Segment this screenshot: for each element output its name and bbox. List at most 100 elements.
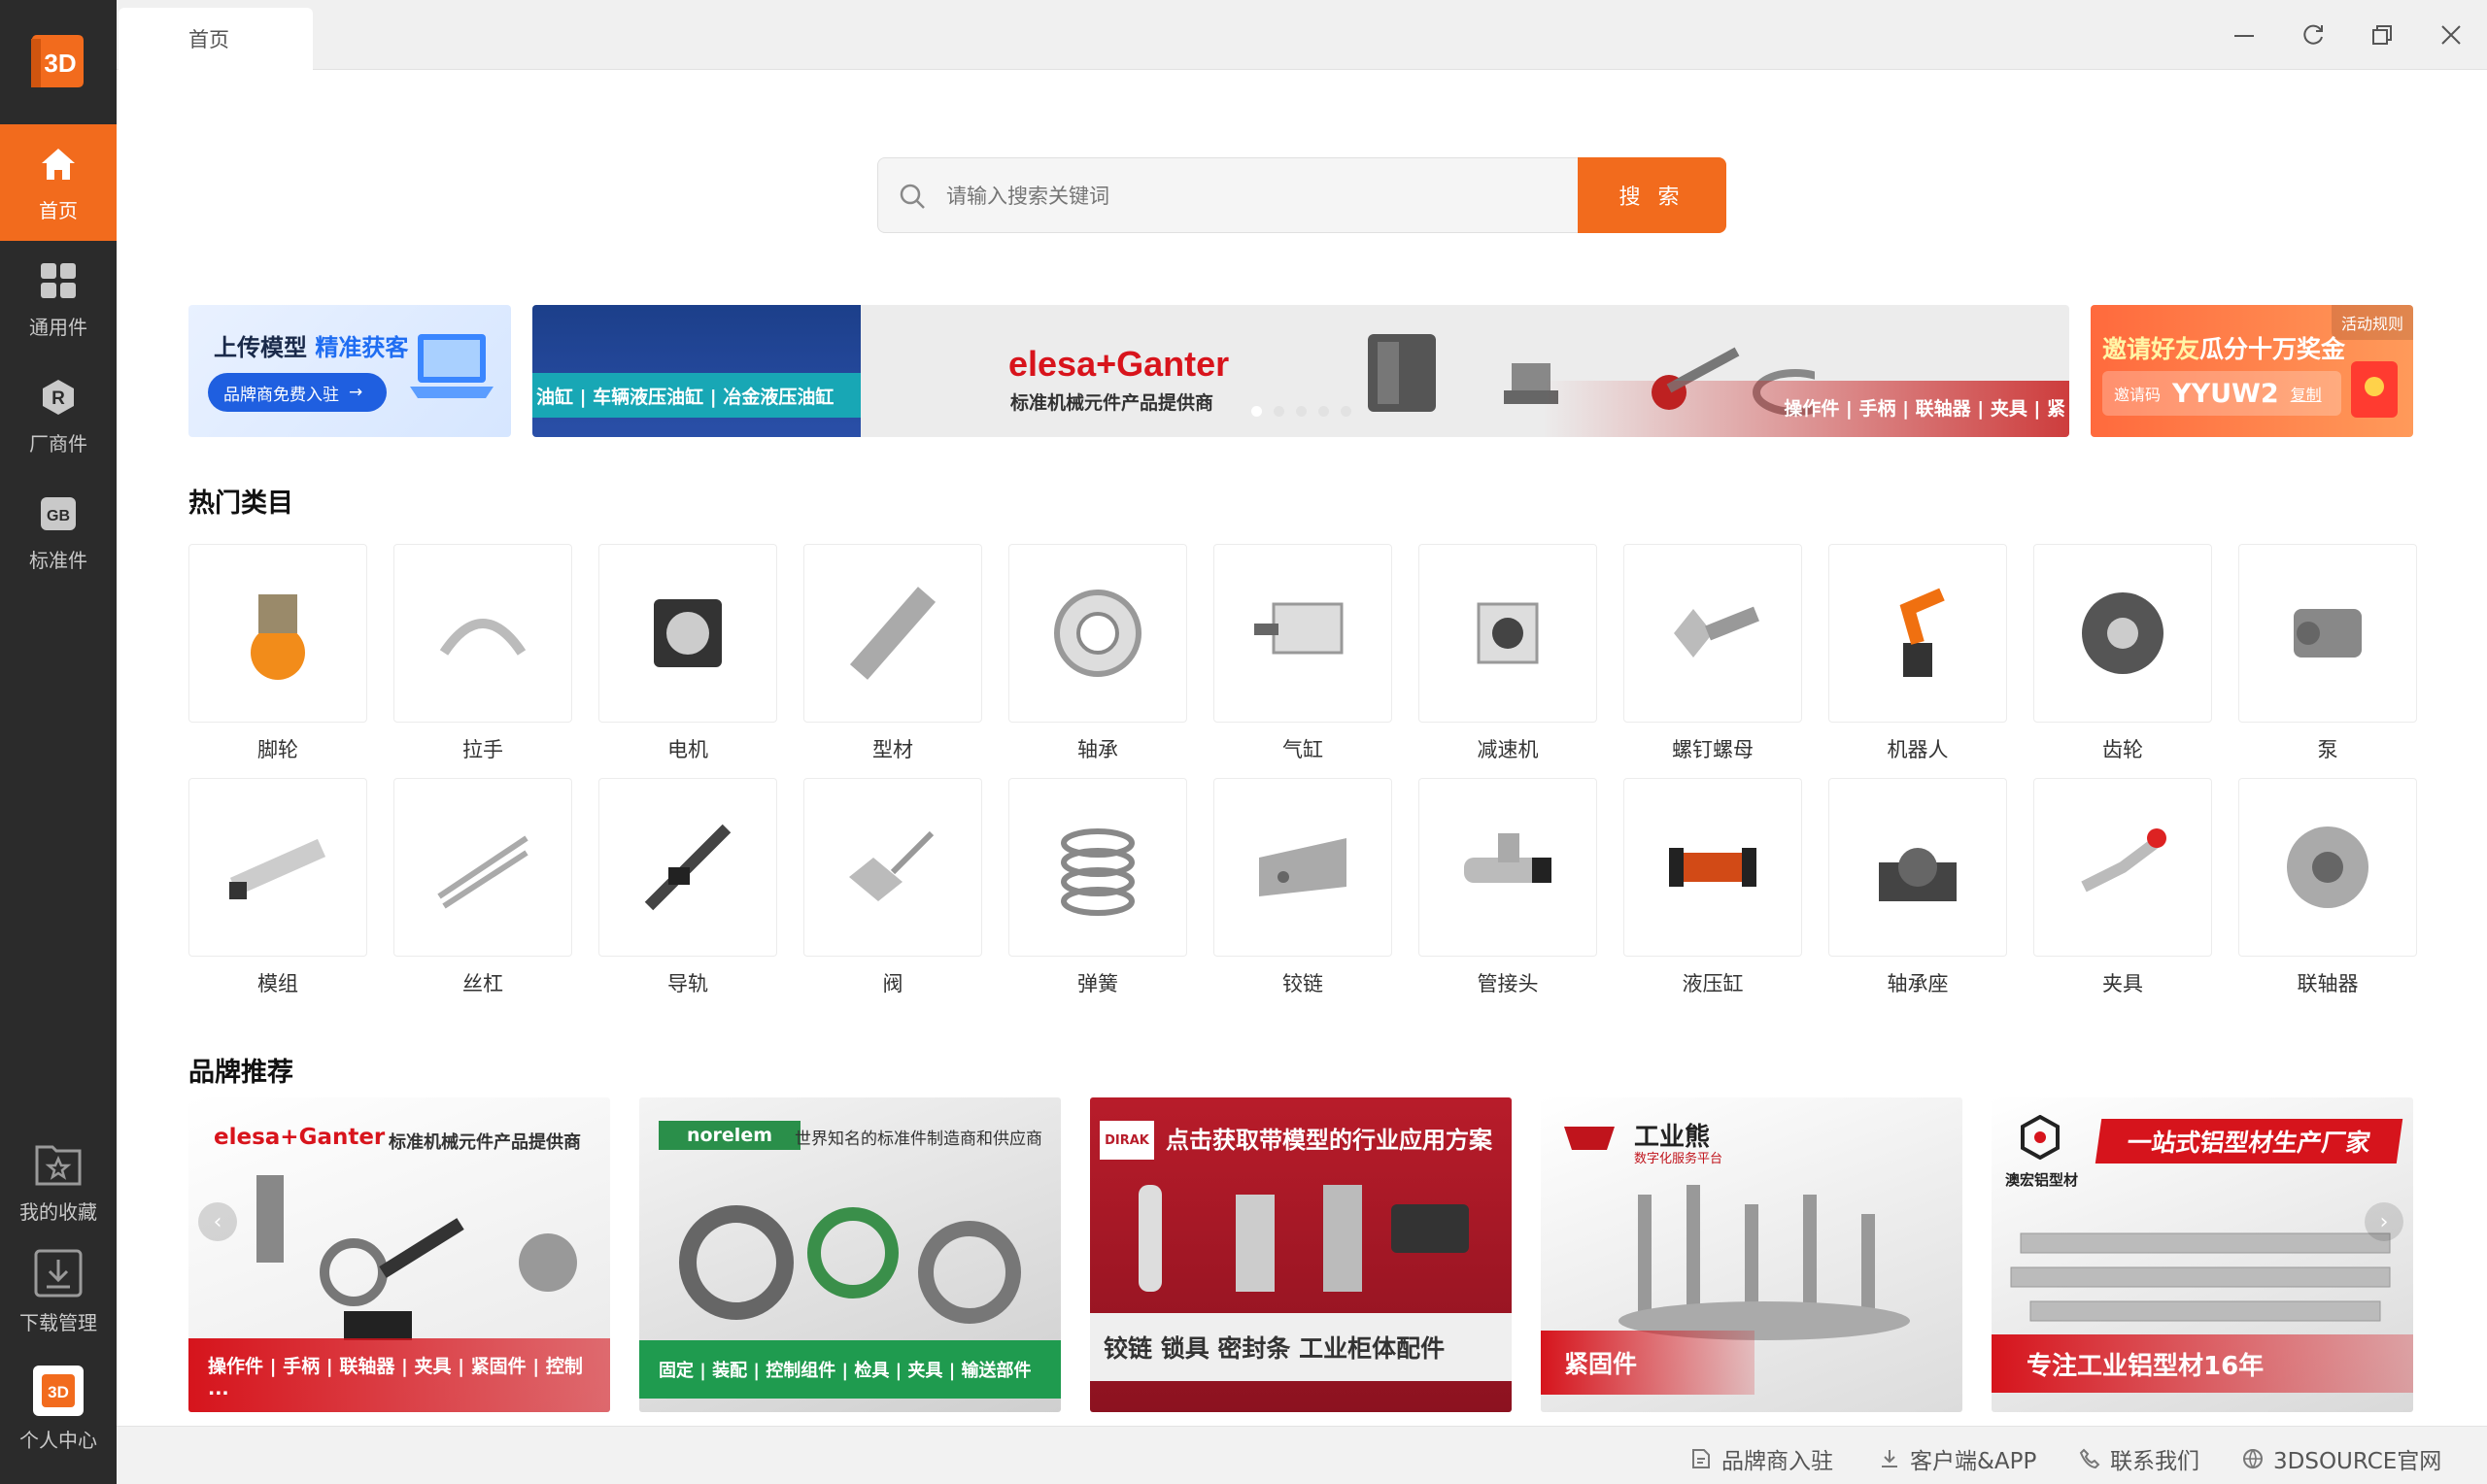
category-label: 电机 xyxy=(667,738,708,761)
category-thumbnail xyxy=(1623,544,1802,723)
minimize-icon xyxy=(2234,35,2254,37)
category-thumbnail xyxy=(2033,778,2212,957)
brand-card-elesa[interactable]: elesa+Ganter 标准机械元件产品提供商 ‹ 操作件 | 手柄 | 联轴… xyxy=(188,1097,610,1412)
brand-card-gongyexiong[interactable]: 工业熊 数字化服务平台 紧固件 xyxy=(1541,1097,1962,1412)
category-thumbnail xyxy=(393,544,572,723)
category-item[interactable]: 减速机 xyxy=(1418,544,1597,763)
refresh-button[interactable] xyxy=(2296,17,2331,52)
category-item[interactable]: 液压缸 xyxy=(1623,778,1802,997)
category-item[interactable]: 型材 xyxy=(803,544,982,763)
category-item[interactable]: 泵 xyxy=(2238,544,2417,763)
category-item[interactable]: 模组 xyxy=(188,778,367,997)
upload-model-banner[interactable]: 上传模型 精准获客 品牌商免费入驻 → xyxy=(188,305,511,437)
brand-card-aohong[interactable]: 澳宏铝型材 一站式铝型材生产厂家 专注工业铝型材16年 › xyxy=(1992,1097,2413,1412)
cylinder-icon xyxy=(1254,602,1344,655)
category-item[interactable]: 丝杠 xyxy=(393,778,572,997)
category-item[interactable]: 夹具 xyxy=(2033,778,2212,997)
valve-icon xyxy=(849,830,935,901)
profile-icon xyxy=(849,587,937,680)
carousel-next-button[interactable]: › xyxy=(2365,1202,2403,1241)
brand-logo: norelem xyxy=(659,1121,801,1150)
search-icon xyxy=(900,184,925,209)
vendor-join-button[interactable]: 品牌商免费入驻 → xyxy=(208,373,387,412)
carousel-dot-active[interactable] xyxy=(1251,406,1262,417)
footer-link-label: 品牌商入驻 xyxy=(1721,1449,1833,1474)
category-thumbnail xyxy=(1418,778,1597,957)
brand-card-norelem[interactable]: norelem 世界知名的标准件制造商和供应商 固定 | 装配 | 控制组件 |… xyxy=(639,1097,1061,1412)
carousel-dot[interactable] xyxy=(1318,406,1329,417)
brand-tagline: 标准机械元件产品提供商 xyxy=(389,1132,581,1153)
category-item[interactable]: 机器人 xyxy=(1828,544,2007,763)
category-item[interactable]: 电机 xyxy=(598,544,777,763)
category-item[interactable]: 齿轮 xyxy=(2033,544,2212,763)
category-thumbnail xyxy=(803,544,982,723)
sidebar-item-manufacturer[interactable]: R 厂商件 xyxy=(0,357,117,474)
copy-code-button[interactable]: 复制 xyxy=(2291,382,2322,405)
footer-link-vendor-join[interactable]: 品牌商入驻 xyxy=(1690,1442,1833,1475)
category-label: 弹簧 xyxy=(1077,972,1118,995)
category-thumbnail xyxy=(598,544,777,723)
sidebar-item-favorites[interactable]: 我的收藏 xyxy=(0,1127,117,1233)
brand-caption: 操作件 | 手柄 | 联轴器 | 夹具 | 紧固件 | 控制 ... xyxy=(188,1338,610,1412)
category-item[interactable]: 拉手 xyxy=(393,544,572,763)
category-item[interactable]: 联轴器 xyxy=(2238,778,2417,997)
sidebar-item-label: 下载管理 xyxy=(19,1310,97,1334)
document-icon xyxy=(1692,1449,1710,1468)
category-label: 拉手 xyxy=(462,738,503,761)
footer-link-contact[interactable]: 联系我们 xyxy=(2079,1442,2199,1475)
restore-button[interactable] xyxy=(2365,17,2400,52)
category-thumbnail xyxy=(2033,544,2212,723)
category-label: 泵 xyxy=(2317,738,2338,761)
carousel-dot[interactable] xyxy=(1296,406,1307,417)
sidebar-item-home[interactable]: 首页 xyxy=(0,124,117,241)
category-item[interactable]: 气缸 xyxy=(1213,544,1392,763)
category-thumbnail xyxy=(1828,544,2007,723)
close-button[interactable] xyxy=(2434,17,2469,52)
red-envelope-icon xyxy=(2351,361,2398,418)
footer-link-official-site[interactable]: 3DSOURCE官网 xyxy=(2242,1442,2441,1475)
sidebar-item-downloads[interactable]: 下载管理 xyxy=(0,1237,117,1344)
brand-card-dirak[interactable]: DIRAK 点击获取带模型的行业应用方案 铰链 锁具 密封条 工业柜体配件 xyxy=(1090,1097,1512,1412)
standard-glyph: GB xyxy=(47,508,70,524)
category-label: 阀 xyxy=(882,972,903,995)
category-item[interactable]: 轴承座 xyxy=(1828,778,2007,997)
brand-caption: 专注工业铝型材16年 xyxy=(1992,1334,2413,1393)
sidebar-item-standard[interactable]: GB 标准件 xyxy=(0,474,117,590)
brand-tagline: 一站式铝型材生产厂家 xyxy=(2095,1119,2403,1164)
tab-home[interactable]: 首页 xyxy=(119,8,313,70)
restore-icon xyxy=(2372,25,2392,45)
brand-products-illustration-icon xyxy=(1139,1185,1469,1292)
pipe-fitting-icon xyxy=(1464,833,1551,883)
brand-logo: elesa+Ganter xyxy=(214,1125,386,1150)
search-input[interactable] xyxy=(946,172,1432,220)
minimize-button[interactable] xyxy=(2227,17,2262,52)
carousel-prev-button[interactable]: ‹ xyxy=(198,1202,237,1241)
search-button[interactable]: 搜 索 xyxy=(1578,157,1726,233)
sidebar-item-label: 标准件 xyxy=(29,548,87,572)
category-thumbnail xyxy=(803,778,982,957)
carousel-dot[interactable] xyxy=(1274,406,1284,417)
category-item[interactable]: 螺钉螺母 xyxy=(1623,544,1802,763)
sidebar-item-profile[interactable]: 3D 个人中心 xyxy=(0,1355,117,1462)
profile-glyph: 3D xyxy=(48,1383,69,1401)
invite-friends-banner[interactable]: 活动规则 邀请好友瓜分十万奖金 邀请码 YYUW2 复制 xyxy=(2091,305,2413,437)
category-item[interactable]: 轴承 xyxy=(1008,544,1187,763)
category-item[interactable]: 管接头 xyxy=(1418,778,1597,997)
category-item[interactable]: 弹簧 xyxy=(1008,778,1187,997)
clamp-icon xyxy=(2081,828,2166,893)
download-icon xyxy=(32,1247,85,1299)
carousel-dot[interactable] xyxy=(1341,406,1351,417)
category-thumbnail xyxy=(393,778,572,957)
category-item[interactable]: 阀 xyxy=(803,778,982,997)
category-label: 联轴器 xyxy=(2297,972,2359,995)
footer-link-client-app[interactable]: 客户端&APP xyxy=(1879,1442,2036,1475)
sidebar-item-general[interactable]: 通用件 xyxy=(0,241,117,357)
category-thumbnail xyxy=(188,778,367,957)
category-item[interactable]: 铰链 xyxy=(1213,778,1392,997)
category-item[interactable]: 脚轮 xyxy=(188,544,367,763)
caster-icon xyxy=(251,594,305,680)
category-label: 管接头 xyxy=(1477,972,1539,995)
elesa-ganter-banner[interactable]: 油缸 | 车辆液压油缸 | 冶金液压油缸 elesa+Ganter 标准机械元件… xyxy=(532,305,2069,437)
category-item[interactable]: 导轨 xyxy=(598,778,777,997)
category-label: 齿轮 xyxy=(2102,738,2143,761)
